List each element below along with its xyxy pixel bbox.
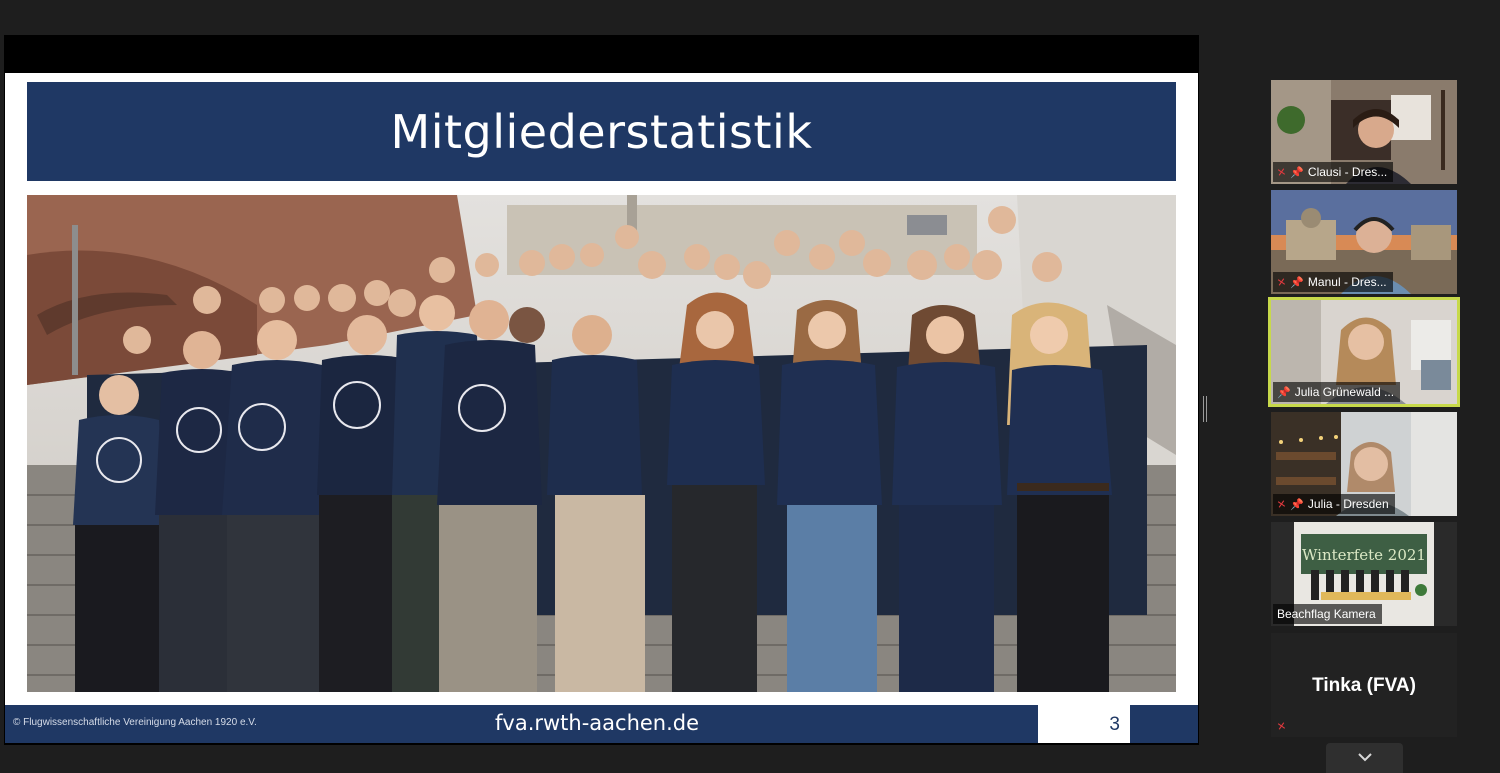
participant-name: Beachflag Kamera — [1277, 607, 1376, 621]
chevron-down-icon — [1357, 749, 1373, 767]
participant-tile-beachflag-kamera[interactable]: Winterfete 2021 Beachflag Kamera — [1271, 522, 1457, 626]
slide-footer: © Flugwissenschaftliche Vereinigung Aach… — [5, 705, 1198, 743]
pin-icon: 📌 — [1277, 386, 1291, 399]
participant-name: Tinka (FVA) — [1312, 675, 1416, 696]
participant-name: Julia Grünewald ... — [1294, 385, 1395, 399]
participant-tile-tinka[interactable]: Tinka (FVA) ✕ — [1271, 633, 1457, 737]
participant-label: ✕ 📌 Manul - Dres... — [1273, 272, 1393, 292]
participant-name: Julia - Dresden — [1307, 497, 1389, 511]
footer-copyright: © Flugwissenschaftliche Vereinigung Aach… — [13, 717, 257, 728]
participant-label: ✕ 📌 Clausi - Dres... — [1273, 162, 1394, 182]
camera-banner-text: Winterfete 2021 — [1302, 546, 1426, 564]
page-number-box: 3 — [1038, 705, 1130, 743]
gallery-scroll-down-button[interactable] — [1326, 743, 1403, 773]
participant-tile-clausi[interactable]: ✕ 📌 Clausi - Dres... — [1271, 80, 1457, 184]
pin-icon: 📌 — [1290, 498, 1304, 511]
participant-tile-manul[interactable]: ✕ 📌 Manul - Dres... — [1271, 190, 1457, 294]
participant-label: 📌 Julia Grünewald ... — [1273, 382, 1401, 402]
participant-name: Manul - Dres... — [1307, 275, 1387, 289]
participant-tile-julia-gruenewald[interactable]: 📌 Julia Grünewald ... — [1268, 297, 1460, 407]
slide-title-bar: Mitgliederstatistik — [27, 82, 1176, 181]
mic-muted-icon: ✕ — [1276, 497, 1288, 512]
presentation-slide: Mitgliederstatistik — [5, 73, 1198, 705]
mic-muted-icon: ✕ — [1276, 720, 1288, 734]
page-number: 3 — [1109, 714, 1120, 735]
footer-url: fva.rwth-aachen.de — [495, 711, 700, 735]
slide-title: Mitgliederstatistik — [390, 104, 813, 159]
group-photo — [27, 195, 1176, 692]
split-view-handle[interactable] — [1203, 396, 1207, 422]
participant-name: Clausi - Dres... — [1307, 165, 1388, 179]
pin-icon: 📌 — [1290, 276, 1304, 289]
mic-muted-icon: ✕ — [1276, 165, 1288, 180]
participant-label: Beachflag Kamera — [1273, 604, 1382, 624]
mic-muted-icon: ✕ — [1276, 275, 1288, 290]
participant-label: ✕ 📌 Julia - Dresden — [1273, 494, 1395, 514]
participant-tile-julia-dresden[interactable]: ✕ 📌 Julia - Dresden — [1271, 412, 1457, 516]
pin-icon: 📌 — [1290, 166, 1304, 179]
